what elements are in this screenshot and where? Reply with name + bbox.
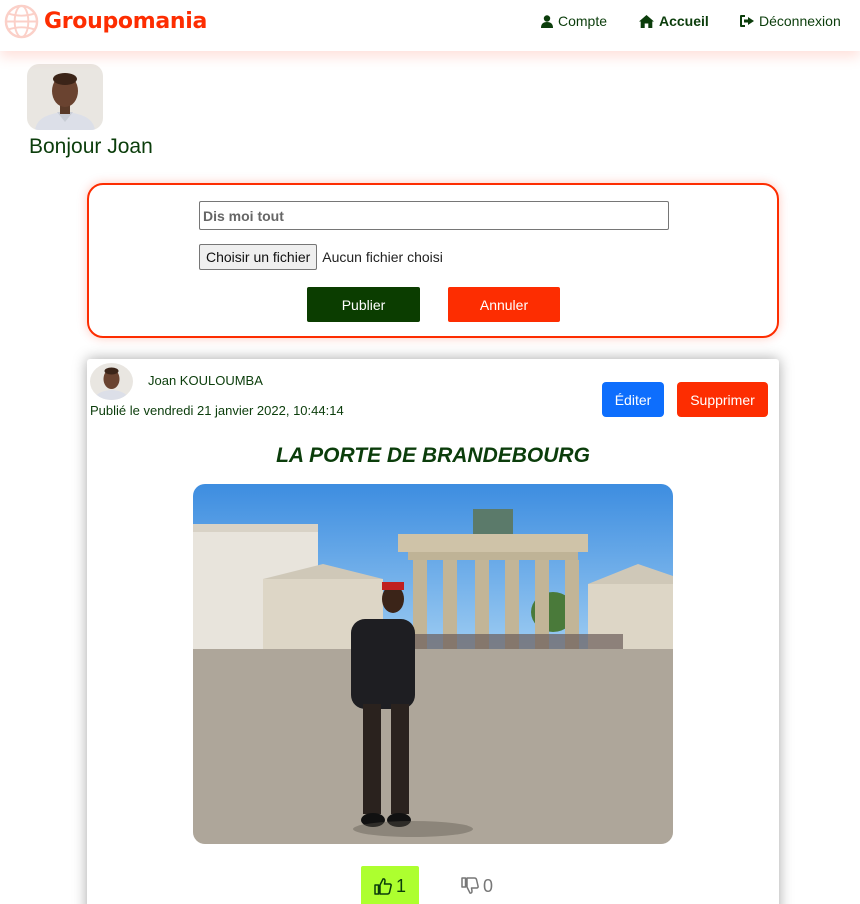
- cancel-button[interactable]: Annuler: [448, 287, 560, 322]
- thumbs-down-icon: [461, 877, 479, 894]
- like-count: 1: [395, 875, 406, 896]
- user-icon: [541, 14, 553, 28]
- file-upload-row: Choisir un fichier Aucun fichier choisi: [199, 244, 443, 270]
- dislike-button[interactable]: 0: [457, 866, 497, 904]
- dislike-count: 0: [482, 875, 493, 896]
- logo[interactable]: Groupomania: [4, 4, 207, 39]
- like-button[interactable]: 1: [361, 866, 419, 904]
- app-name: Groupomania: [44, 9, 208, 34]
- nav-logout-link[interactable]: Déconnexion: [740, 13, 841, 29]
- globe-logo-icon: [4, 4, 39, 39]
- sign-out-icon: [740, 15, 754, 27]
- nav-account-link[interactable]: Compte: [541, 13, 607, 29]
- nav-logout-label: Déconnexion: [759, 13, 841, 29]
- post-date: Publié le vendredi 21 janvier 2022, 10:4…: [90, 403, 344, 418]
- create-post-form: Choisir un fichier Aucun fichier choisi …: [87, 183, 779, 338]
- nav-home-link[interactable]: Accueil: [639, 13, 709, 29]
- author-avatar: [90, 363, 133, 400]
- post-text-input[interactable]: [199, 201, 669, 230]
- choose-file-button[interactable]: Choisir un fichier: [199, 244, 318, 270]
- home-icon: [639, 14, 654, 28]
- post-author: Joan KOULOUMBA: [148, 373, 263, 388]
- post-title: LA PORTE DE BRANDEBOURG: [276, 444, 590, 467]
- delete-post-button[interactable]: Supprimer: [677, 382, 768, 417]
- publish-button[interactable]: Publier: [307, 287, 420, 322]
- nav-account-label: Compte: [558, 13, 608, 29]
- greeting-text: Bonjour Joan: [29, 135, 153, 158]
- nav-home-label: Accueil: [659, 13, 709, 29]
- post-card: Joan KOULOUMBA Publié le vendredi 21 jan…: [87, 359, 779, 904]
- thumbs-up-icon: [374, 878, 392, 895]
- file-status-text: Aucun fichier choisi: [322, 249, 443, 265]
- post-photo: [193, 484, 673, 844]
- edit-post-button[interactable]: Éditer: [602, 382, 664, 417]
- profile-avatar: [27, 64, 103, 130]
- top-navbar: Groupomania Compte Accueil Déconnexion: [0, 0, 860, 51]
